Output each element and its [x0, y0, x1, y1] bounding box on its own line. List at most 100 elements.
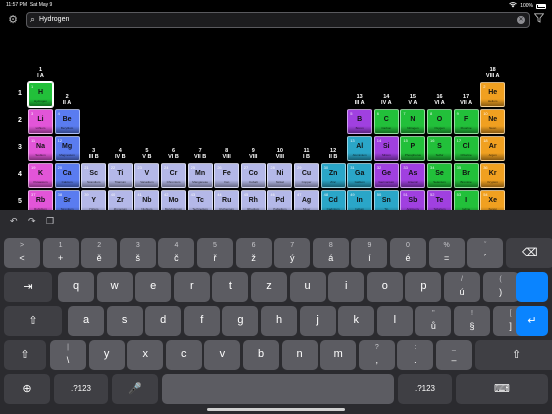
key-z[interactable]: z [251, 272, 287, 302]
element-neon[interactable]: 10 Ne Neon [480, 109, 506, 134]
enter-key-top[interactable] [516, 272, 548, 302]
element-selenium[interactable]: 34 Se Selenium [427, 163, 452, 188]
key-question[interactable]: ?, [358, 340, 395, 370]
key-pipe[interactable]: | \ [50, 340, 86, 370]
clear-search-icon[interactable]: ✕ [517, 16, 525, 24]
key-underscore[interactable]: _ – [436, 340, 472, 370]
key-n[interactable]: n [281, 340, 318, 370]
key-e[interactable]: e [135, 272, 172, 302]
key-k[interactable]: k [338, 306, 375, 336]
element-lithium[interactable]: 3 Li Lithium [28, 109, 53, 134]
key-4[interactable]: 4č [158, 238, 195, 268]
element-argon[interactable]: 18 Ar Argon [480, 136, 506, 161]
element-oxygen[interactable]: 8 O Oxygen [427, 109, 452, 134]
key-u-ring-2[interactable]: " ů [415, 306, 452, 336]
numbers-key-left[interactable]: .?123 [54, 374, 108, 404]
element-beryllium[interactable]: 4 Be Beryllium [54, 109, 80, 134]
key-paren[interactable]: () [482, 272, 519, 302]
key-o[interactable]: o [366, 272, 403, 302]
element-chlorine[interactable]: 17 Cl Chlorine [453, 136, 479, 161]
search-field[interactable]: ⌕ Hydrogen ✕ [26, 12, 530, 28]
key-exclaim[interactable]: ! § [454, 306, 490, 336]
key-ˇ[interactable]: ˇ ´ [467, 238, 504, 268]
caps-key[interactable]: ⇧ [4, 306, 62, 336]
key-g[interactable]: g [222, 306, 259, 336]
hide-keyboard-key[interactable]: ⌨ [456, 374, 548, 404]
element-sodium[interactable]: 11 Na Sodium [28, 136, 53, 161]
globe-key[interactable]: ⊕ [4, 374, 50, 404]
element-zinc[interactable]: 30 Zn Zinc [320, 163, 346, 188]
key-m[interactable]: m [320, 340, 357, 370]
space-key[interactable] [162, 374, 394, 404]
key-d[interactable]: d [145, 306, 182, 336]
key->[interactable]: > < [4, 238, 40, 268]
key-w[interactable]: w [96, 272, 133, 302]
element-phosphorus[interactable]: 15 P Phosphorus [400, 136, 426, 161]
filter-icon[interactable] [533, 13, 545, 26]
key-j[interactable]: j [299, 306, 336, 336]
key-u-ring[interactable]: / ú [444, 272, 480, 302]
element-helium[interactable]: 2 He Helium [480, 82, 506, 107]
element-silicon[interactable]: 14 Si Silicon [373, 136, 399, 161]
mic-key[interactable]: 🎤 [112, 374, 158, 404]
element-titanium[interactable]: 22 Ti Titanium [107, 163, 133, 188]
tab-key[interactable]: ⇥ [4, 272, 52, 302]
key-s[interactable]: s [106, 306, 143, 336]
key-t[interactable]: t [212, 272, 249, 302]
element-cobalt[interactable]: 27 Co Cobalt [240, 163, 266, 188]
element-arsenic[interactable]: 33 As Arsenic [400, 163, 426, 188]
key-u[interactable]: u [289, 272, 326, 302]
element-nickel[interactable]: 28 Ni Nickel [267, 163, 293, 188]
element-copper[interactable]: 29 Cu Copper [294, 163, 319, 188]
key-c[interactable]: c [165, 340, 202, 370]
element-aluminium[interactable]: 13 Al Aluminium [347, 136, 373, 161]
gear-icon[interactable]: ⚙ [6, 13, 20, 27]
element-vanadium[interactable]: 23 V Vanadium [134, 163, 160, 188]
key-i[interactable]: i [328, 272, 365, 302]
backspace-key[interactable]: ⌫ [505, 238, 552, 268]
key-8[interactable]: 8á [312, 238, 349, 268]
numbers-key-right[interactable]: .?123 [398, 374, 452, 404]
shift-right-key[interactable]: ⇧ [474, 340, 552, 370]
element-gallium[interactable]: 31 Ga Gallium [347, 163, 373, 188]
key-y[interactable]: y [88, 340, 125, 370]
key-6[interactable]: 6ž [235, 238, 272, 268]
enter-key[interactable]: ↵ [516, 306, 548, 336]
key-5[interactable]: 5ř [197, 238, 233, 268]
element-sulfur[interactable]: 16 S Sulfur [427, 136, 452, 161]
undo-icon[interactable]: ↶ [10, 216, 18, 227]
key-p[interactable]: p [405, 272, 442, 302]
shift-left-key[interactable]: ⇧ [4, 340, 46, 370]
key-9[interactable]: 9í [351, 238, 388, 268]
key-3[interactable]: 3š [119, 238, 156, 268]
key-2[interactable]: 2ě [81, 238, 118, 268]
element-fluorine[interactable]: 9 F Fluorine [453, 109, 479, 134]
key-x[interactable]: x [127, 340, 164, 370]
key-f[interactable]: f [183, 306, 220, 336]
key-l[interactable]: l [376, 306, 413, 336]
key-r[interactable]: r [173, 272, 210, 302]
search-input[interactable]: Hydrogen [39, 16, 69, 23]
key-0[interactable]: 0é [390, 238, 426, 268]
element-calcium[interactable]: 20 Ca Calcium [54, 163, 80, 188]
element-bromine[interactable]: 35 Br Bromine [453, 163, 479, 188]
key-a[interactable]: a [68, 306, 104, 336]
element-magnesium[interactable]: 12 Mg Magnesium [54, 136, 80, 161]
key-b[interactable]: b [243, 340, 279, 370]
element-iron[interactable]: 26 Fe Iron [214, 163, 240, 188]
element-scandium[interactable]: 21 Sc Scandium [81, 163, 107, 188]
element-carbon[interactable]: 6 C Carbon [373, 109, 399, 134]
key-1[interactable]: 1 + [42, 238, 79, 268]
key-v[interactable]: v [204, 340, 241, 370]
element-manganese[interactable]: 25 Mn Manganese [187, 163, 213, 188]
element-potassium[interactable]: 19 K Potassium [28, 163, 53, 188]
key-7[interactable]: 7ý [274, 238, 311, 268]
key-%[interactable]: % = [428, 238, 465, 268]
element-chromium[interactable]: 24 Cr Chromium [161, 163, 186, 188]
paste-icon[interactable]: ❐ [46, 216, 54, 227]
element-hydrogen[interactable]: 1 H Hydrogen [28, 82, 53, 107]
element-boron[interactable]: 5 B Boron [347, 109, 373, 134]
key-h[interactable]: h [261, 306, 297, 336]
element-krypton[interactable]: 36 Kr Krypton [480, 163, 506, 188]
element-nitrogen[interactable]: 7 N Nitrogen [400, 109, 426, 134]
